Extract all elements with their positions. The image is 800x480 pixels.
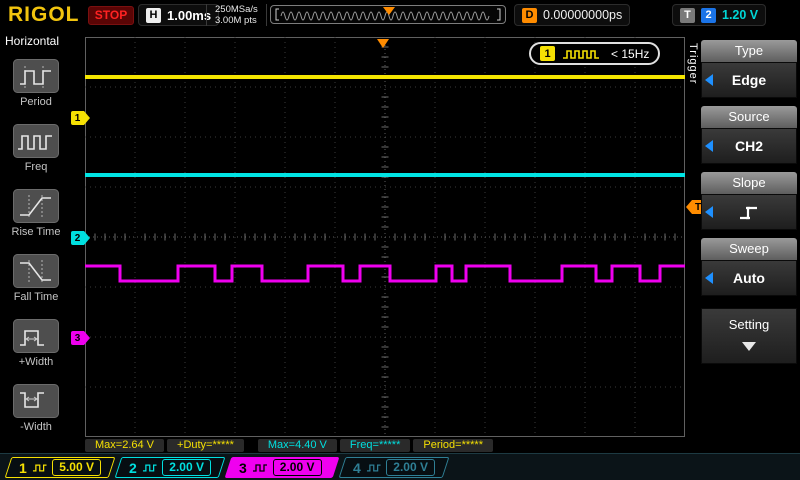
pulse-train-icon [563,49,599,59]
source-header: Source [701,106,797,128]
setting-label: Setting [728,317,770,332]
square-wave-icon [252,463,267,472]
run-state-indicator: STOP [88,6,134,25]
marker-label: 1 [74,112,81,124]
slope-value-button[interactable] [701,194,797,230]
top-status-bar: RIGOL STOP H 1.00ms 250MSa/s 3.00M pts D… [0,0,800,30]
measurement-freq-ch2[interactable]: Freq=***** [339,439,411,452]
channel1-badge: 1 [540,46,555,61]
delay-value: 0.00000000ps [543,8,623,22]
brand-logo: RIGOL [8,3,80,26]
down-arrow-icon [742,342,756,351]
channel4-status[interactable]: 4 2.00 V [338,457,450,478]
trigger-menu-tab: Trigger [687,43,699,85]
type-value-button[interactable]: Edge [701,62,797,98]
channel-scale: 2.00 V [386,459,435,476]
right-arrow-icon [84,231,90,245]
sweep-header: Sweep [701,238,797,260]
blue-left-arrow-icon [705,272,713,284]
sidebar-item-minus-width[interactable]: -Width [0,384,72,433]
counter-frequency: < 15Hz [611,46,650,61]
trigger-source-badge: 2 [701,7,716,23]
measurement-max-ch2[interactable]: Max=4.40 V [257,439,337,452]
period-icon [13,59,59,93]
sweep-value: Auto [733,270,765,286]
sidebar-item-period[interactable]: Period [0,59,72,108]
sidebar-item-label: -Width [20,421,52,433]
slope-header: Slope [701,172,797,194]
trigger-slope-section: Slope [701,172,797,230]
delay-badge: D [522,7,537,23]
channel-scale: 5.00 V [52,459,101,476]
blue-left-arrow-icon [705,140,713,152]
channel-number: 2 [129,459,137,476]
sidebar-item-plus-width[interactable]: +Width [0,319,72,368]
channel1-status[interactable]: 1 5.00 V [4,457,116,478]
square-wave-icon [366,463,381,472]
channel-number: 1 [19,459,27,476]
trigger-source-section: Source CH2 [701,106,797,164]
minus-width-icon [13,384,59,418]
sidebar-title: Horizontal [5,34,60,48]
acquisition-info: 250MSa/s 3.00M pts [206,4,267,26]
sidebar-item-label: Period [20,96,52,108]
setting-button[interactable]: Setting [701,308,797,364]
channel-scale: 2.00 V [272,459,322,476]
timebase-value: 1.00ms [167,7,212,23]
horizontal-position-strip [270,5,506,24]
freq-icon [13,124,59,158]
marker-label: 2 [74,232,81,244]
sidebar-item-label: +Width [18,356,54,368]
memory-depth: 3.00M pts [215,15,257,26]
channel3-position-marker[interactable]: 3 [71,331,90,345]
sweep-value-button[interactable]: Auto [701,260,797,296]
source-value-button[interactable]: CH2 [701,128,797,164]
type-header: Type [701,40,797,62]
frequency-counter-badge: 1 < 15Hz [529,42,661,65]
square-wave-icon [32,463,47,472]
type-value: Edge [731,72,767,88]
horizontal-badge: H [146,7,161,23]
sidebar-item-label: Freq [24,161,48,173]
channel1-position-marker[interactable]: 1 [71,111,90,125]
fall-time-icon [13,254,59,288]
sidebar-item-freq[interactable]: Freq [0,124,72,173]
trigger-type-section: Type Edge [701,40,797,98]
sidebar-item-rise-time[interactable]: Rise Time [0,189,72,238]
measurement-bar: Max=2.64 V +Duty=***** Max=4.40 V Freq=*… [85,439,687,452]
channel2-status[interactable]: 2 2.00 V [114,457,226,478]
measurement-max-ch1[interactable]: Max=2.64 V [85,439,165,452]
measurement-period-ch1[interactable]: Period=***** [413,439,493,452]
trigger-badge: T [680,7,695,23]
channel-status-bar: 1 5.00 V 2 2.00 V 3 2.00 V 4 2.00 V [0,453,800,480]
rise-time-icon [13,189,59,223]
channel-scale: 2.00 V [162,459,211,476]
source-value: CH2 [734,138,763,154]
plus-width-icon [13,319,59,353]
right-arrow-icon [84,331,90,345]
marker-label: 3 [74,332,81,344]
trigger-status-group: T 2 1.20 V [672,4,767,26]
blue-left-arrow-icon [705,206,713,218]
rising-edge-icon [740,206,757,220]
channel2-position-marker[interactable]: 2 [71,231,90,245]
measurement-duty-ch1[interactable]: +Duty=***** [167,439,244,452]
waveform-overview-icon [275,7,501,21]
delay-group: D 0.00000000ps [514,4,631,26]
sample-rate: 250MSa/s [215,4,258,15]
sidebar-item-label: Rise Time [11,226,61,238]
channel-number: 4 [353,459,361,476]
sidebar-item-fall-time[interactable]: Fall Time [0,254,72,303]
sidebar-item-label: Fall Time [13,291,59,303]
right-arrow-icon [84,111,90,125]
trigger-sweep-section: Sweep Auto [701,238,797,296]
channel-number: 3 [239,459,247,476]
trigger-level-value: 1.20 V [722,8,759,22]
graticule-display [85,37,685,437]
channel3-status[interactable]: 3 2.00 V [224,457,340,478]
square-wave-icon [142,463,157,472]
blue-left-arrow-icon [705,74,713,86]
